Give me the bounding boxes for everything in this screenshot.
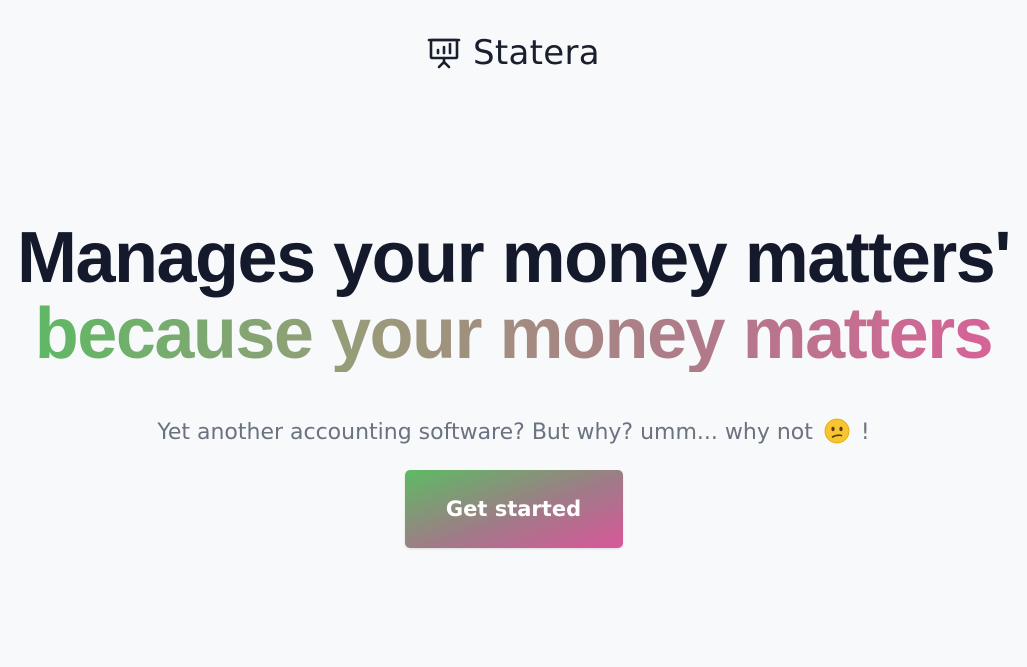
cta-container: Get started: [0, 470, 1027, 548]
confused-face-icon: [824, 418, 850, 444]
hero-tagline: Yet another accounting software? But why…: [0, 418, 1027, 445]
hero-section: Manages your money matters' because your…: [0, 220, 1027, 372]
brand-header: Statera: [0, 36, 1027, 70]
tagline-text: Yet another accounting software? But why…: [157, 420, 813, 445]
presentation-chart-icon: [427, 36, 461, 70]
get-started-button[interactable]: Get started: [404, 470, 623, 548]
hero-subheadline: because your money matters: [34, 294, 994, 374]
tagline-exclamation: !: [860, 420, 870, 445]
brand-name: Statera: [473, 33, 600, 73]
hero-headline: Manages your money matters': [17, 218, 1011, 298]
